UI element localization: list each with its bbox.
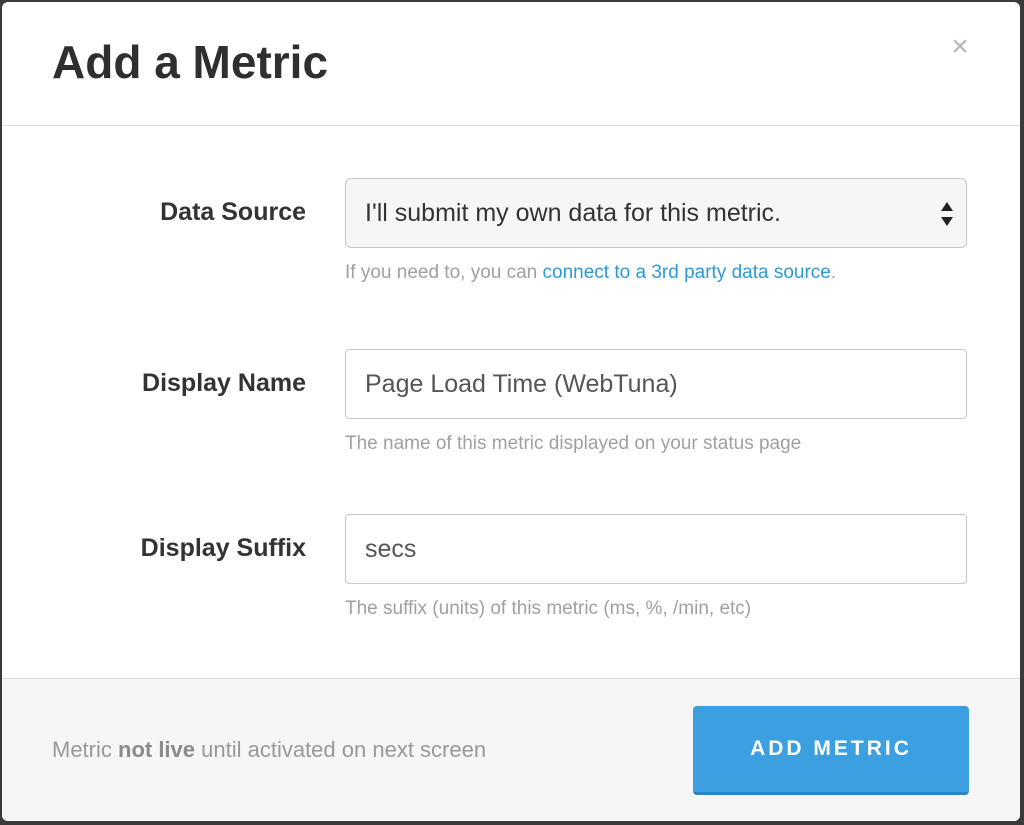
close-icon: × [951,30,969,63]
data-source-label: Data Source [160,198,306,226]
display-suffix-label: Display Suffix [140,534,306,562]
data-source-selected-value: I'll submit my own data for this metric. [365,199,782,227]
modal-title: Add a Metric [52,36,329,88]
activation-note: Metric not live until activated on next … [52,737,486,763]
display-name-row: Display Name Page Load Time (WebTuna) Th… [2,349,1020,459]
display-suffix-value: secs [365,535,417,563]
display-name-label: Display Name [142,369,306,397]
display-name-value: Page Load Time (WebTuna) [365,370,678,398]
select-arrows-icon [941,202,953,226]
data-source-help: If you need to, you can connect to a 3rd… [345,262,836,284]
modal-header: Add a Metric × [2,2,1020,126]
data-source-row: Data Source I'll submit my own data for … [2,178,1020,288]
data-source-select[interactable]: I'll submit my own data for this metric. [345,178,967,248]
data-source-help-suffix: . [830,262,837,283]
modal-footer: Metric not live until activated on next … [2,678,1020,821]
activation-note-suffix: until activated on next screen [195,737,487,762]
connect-data-source-link[interactable]: connect to a 3rd party data source [543,262,831,283]
display-suffix-help: The suffix (units) of this metric (ms, %… [345,598,752,619]
activation-note-prefix: Metric [52,737,118,762]
close-button[interactable]: × [946,32,974,64]
display-suffix-input[interactable]: secs [345,514,967,584]
add-metric-button[interactable]: ADD METRIC [693,706,969,795]
display-name-help: The name of this metric displayed on you… [345,433,802,454]
data-source-help-prefix: If you need to, you can [345,262,543,283]
display-suffix-row: Display Suffix secs The suffix (units) o… [2,514,1020,624]
add-metric-modal: Add a Metric × Data Source I'll submit m… [2,2,1020,821]
display-name-input[interactable]: Page Load Time (WebTuna) [345,349,967,419]
activation-note-emphasis: not live [118,737,196,762]
